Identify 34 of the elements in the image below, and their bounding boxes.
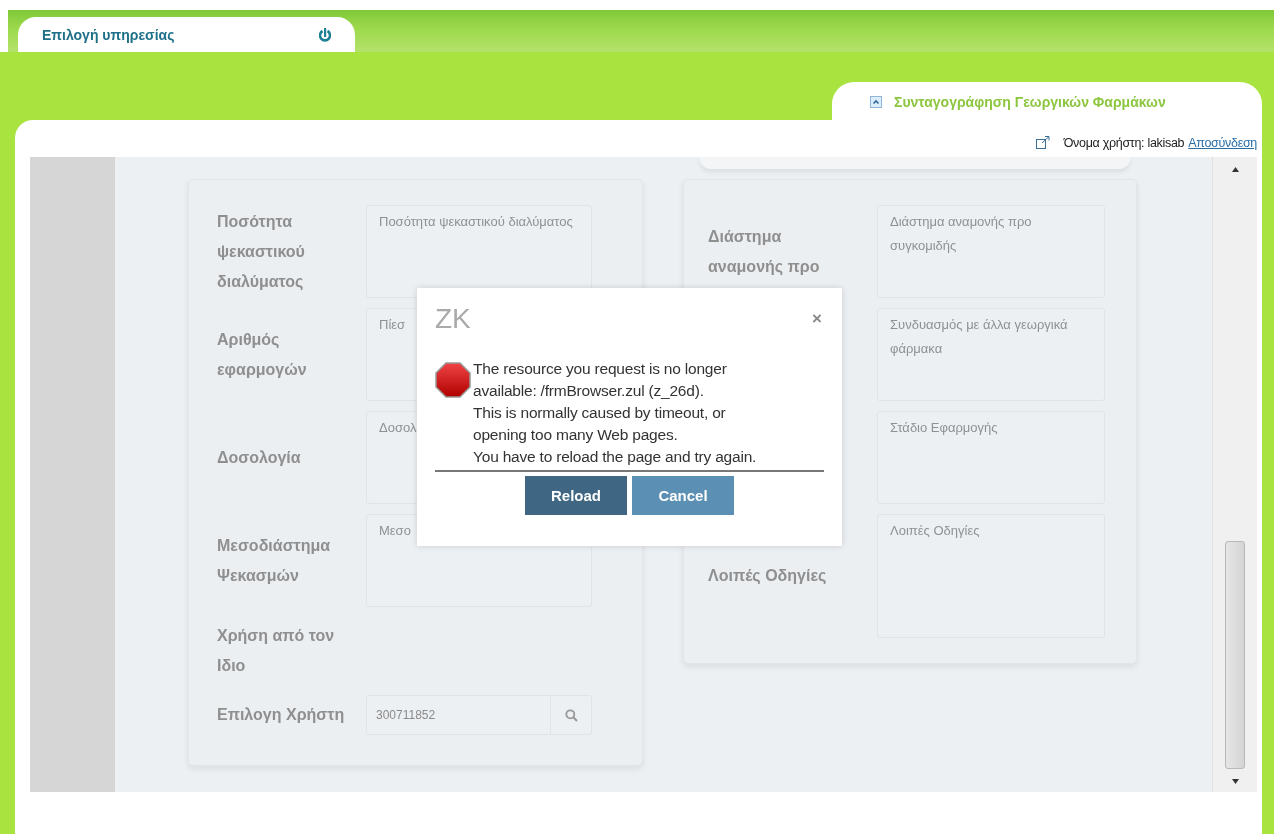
field-label: Λοιπές Οδηγίες	[708, 566, 828, 586]
field-label: Ποσότητα ψεκαστικού διαλύματος	[217, 211, 306, 292]
service-tab-label[interactable]: Επιλογή υπηρεσίας	[42, 26, 175, 43]
field-label: Δοσολογία	[217, 447, 302, 468]
service-tab[interactable]: Επιλογή υπηρεσίας	[18, 17, 355, 52]
scroll-up-icon[interactable]	[1231, 167, 1239, 172]
textarea-field[interactable]: Στάδιο Εφαρμογής	[877, 411, 1105, 504]
field-label: Μεσοδιάστημα Ψεκασμών	[217, 535, 332, 586]
field-label: Επιλογη Χρήστη	[217, 705, 346, 725]
collapse-icon[interactable]	[870, 96, 882, 108]
textarea-field[interactable]: Λοιπές Οδηγίες	[877, 514, 1105, 638]
close-button[interactable]: ×	[806, 309, 828, 329]
external-link-icon[interactable]	[1035, 136, 1050, 149]
textarea-field[interactable]: Ποσότητα ψεκαστικού διαλύματος	[366, 205, 592, 298]
scrollbar-thumb[interactable]	[1225, 541, 1245, 769]
reload-button[interactable]: Reload	[525, 476, 627, 515]
user-id-input[interactable]: 300711852	[367, 696, 550, 734]
dialog-title: ZK	[435, 303, 471, 335]
error-message: The resource you request is no longer available: /frmBrowser.zul (z_26d). This is normally caused by timeout, or opening too many Web pages. You have to reload the page and try again.	[473, 359, 757, 467]
textarea-field[interactable]: Συνδυασμός με άλλα γεωργικά φάρμακα	[877, 308, 1105, 401]
user-lookup-field[interactable]: 300711852	[366, 695, 592, 735]
username-label: Όνομα χρήστη: lakisab	[1063, 135, 1185, 150]
stop-icon	[435, 362, 471, 398]
search-icon[interactable]	[564, 708, 578, 722]
cancel-button[interactable]: Cancel	[632, 476, 734, 515]
logout-link[interactable]: Αποσύνδεση	[1188, 135, 1257, 150]
scrollbar[interactable]	[1212, 157, 1257, 792]
app-title: Συνταγογράφηση Γεωργικών Φαρμάκων	[894, 94, 1166, 110]
textarea-field[interactable]: Διάστημα αναμονής προ συγκομιδής	[877, 205, 1105, 298]
field-label: Διάστημα αναμονής προ	[708, 226, 821, 277]
field-label: Χρήση από τον Ιδιο	[217, 626, 336, 676]
power-icon[interactable]	[319, 27, 331, 42]
field-label: Αριθμός εφαρμογών	[217, 329, 308, 380]
scroll-down-icon[interactable]	[1231, 779, 1239, 784]
